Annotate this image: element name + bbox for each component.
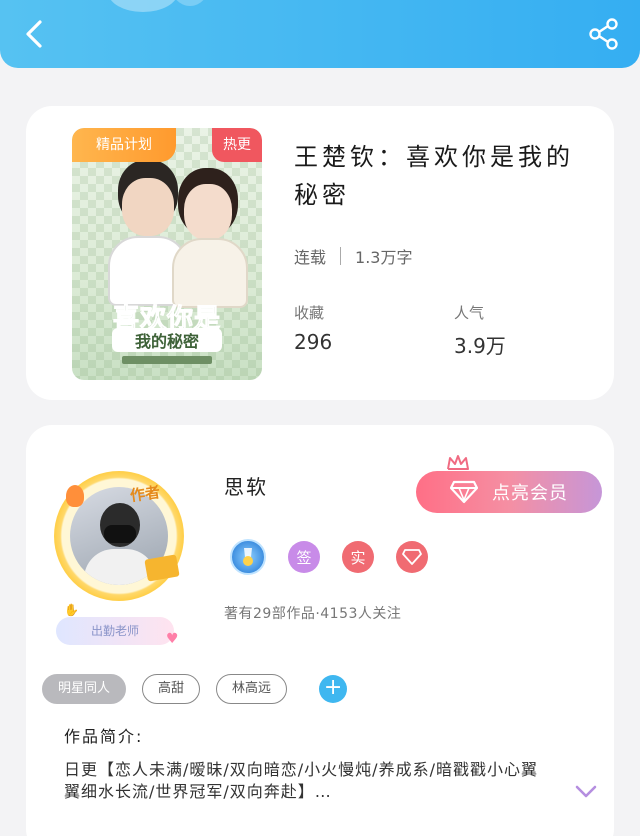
cover-figure-male [122,178,174,236]
diamond-icon [450,480,478,504]
meta-divider [340,247,342,265]
vip-button-label: 点亮会员 [492,483,568,504]
back-button[interactable] [14,14,54,54]
chevron-down-icon [575,785,597,798]
tag-list: 明星同人 高甜 林高远 + [42,674,348,704]
share-button[interactable] [586,16,622,52]
plus-icon: + [323,675,343,700]
book-word-count: 1.3万字 [355,248,413,267]
verified-icon[interactable]: 实 [342,541,374,573]
book-status: 连载 [294,248,327,267]
book-icon [144,554,180,582]
medal-icon[interactable] [230,539,266,575]
author-badges: 签 实 [230,539,450,575]
tag-item[interactable]: 明星同人 [42,674,127,704]
premium-plan-tag: 精品计划 [72,128,176,162]
favorites-label: 收藏 [294,304,325,322]
flame-icon [66,485,84,507]
avatar-mask [104,525,136,543]
book-title: 王楚钦：喜欢你是我的秘密 [294,143,574,209]
book-cover[interactable]: 喜欢你是 我的秘密 精品计划 热更 [72,128,262,380]
author-card: 作者 ✋ 出勤老师 ♥ 思软 点亮会员 签 实 著有29部作品·4153人关注 [26,425,614,836]
tag-item[interactable]: 林高远 [216,674,288,704]
diamond-badge-icon[interactable] [396,541,428,573]
top-bar [0,0,640,68]
add-tag-button[interactable]: + [319,675,348,703]
works-info: 著有29部作品·4153人关注 [224,606,402,622]
header-decoration [170,0,210,6]
favorites-count: 296 [294,330,333,354]
crown-icon [447,455,469,470]
diamond-glyph [402,549,422,565]
cover-subtitle: 我的秘密 [112,328,222,352]
medal-glyph [243,548,253,566]
chevron-left-icon [26,20,42,48]
popularity-label: 人气 [454,304,485,322]
signed-icon[interactable]: 签 [288,541,320,573]
wave-icon: ✋ [64,603,79,617]
heart-icon: ♥ [166,631,179,647]
intro-text: 日更【恋人未满/暧昧/双向暗恋/小火慢炖/养成系/暗戳戳小心翼翼细水长流/世界冠… [64,760,538,801]
expand-intro-button[interactable] [574,779,598,803]
author-name[interactable]: 思软 [224,471,268,500]
header-decoration [108,0,178,12]
book-meta: 连载 1.3万字 [294,244,412,268]
popularity-count: 3.9万 [454,334,506,358]
cover-figure-female [184,184,232,240]
attendance-ribbon: 出勤老师 [56,617,174,645]
tag-item[interactable]: 高甜 [142,674,201,704]
activate-vip-button[interactable]: 点亮会员 [416,471,602,513]
author-badge: 作者 [128,482,162,505]
hot-update-tag: 热更 [212,128,262,162]
book-info-card: 喜欢你是 我的秘密 精品计划 热更 王楚钦：喜欢你是我的秘密 连载 1.3万字 … [26,106,614,400]
intro-title: 作品简介: [64,727,144,746]
share-icon [589,18,618,50]
cover-footer-strip [122,356,212,364]
